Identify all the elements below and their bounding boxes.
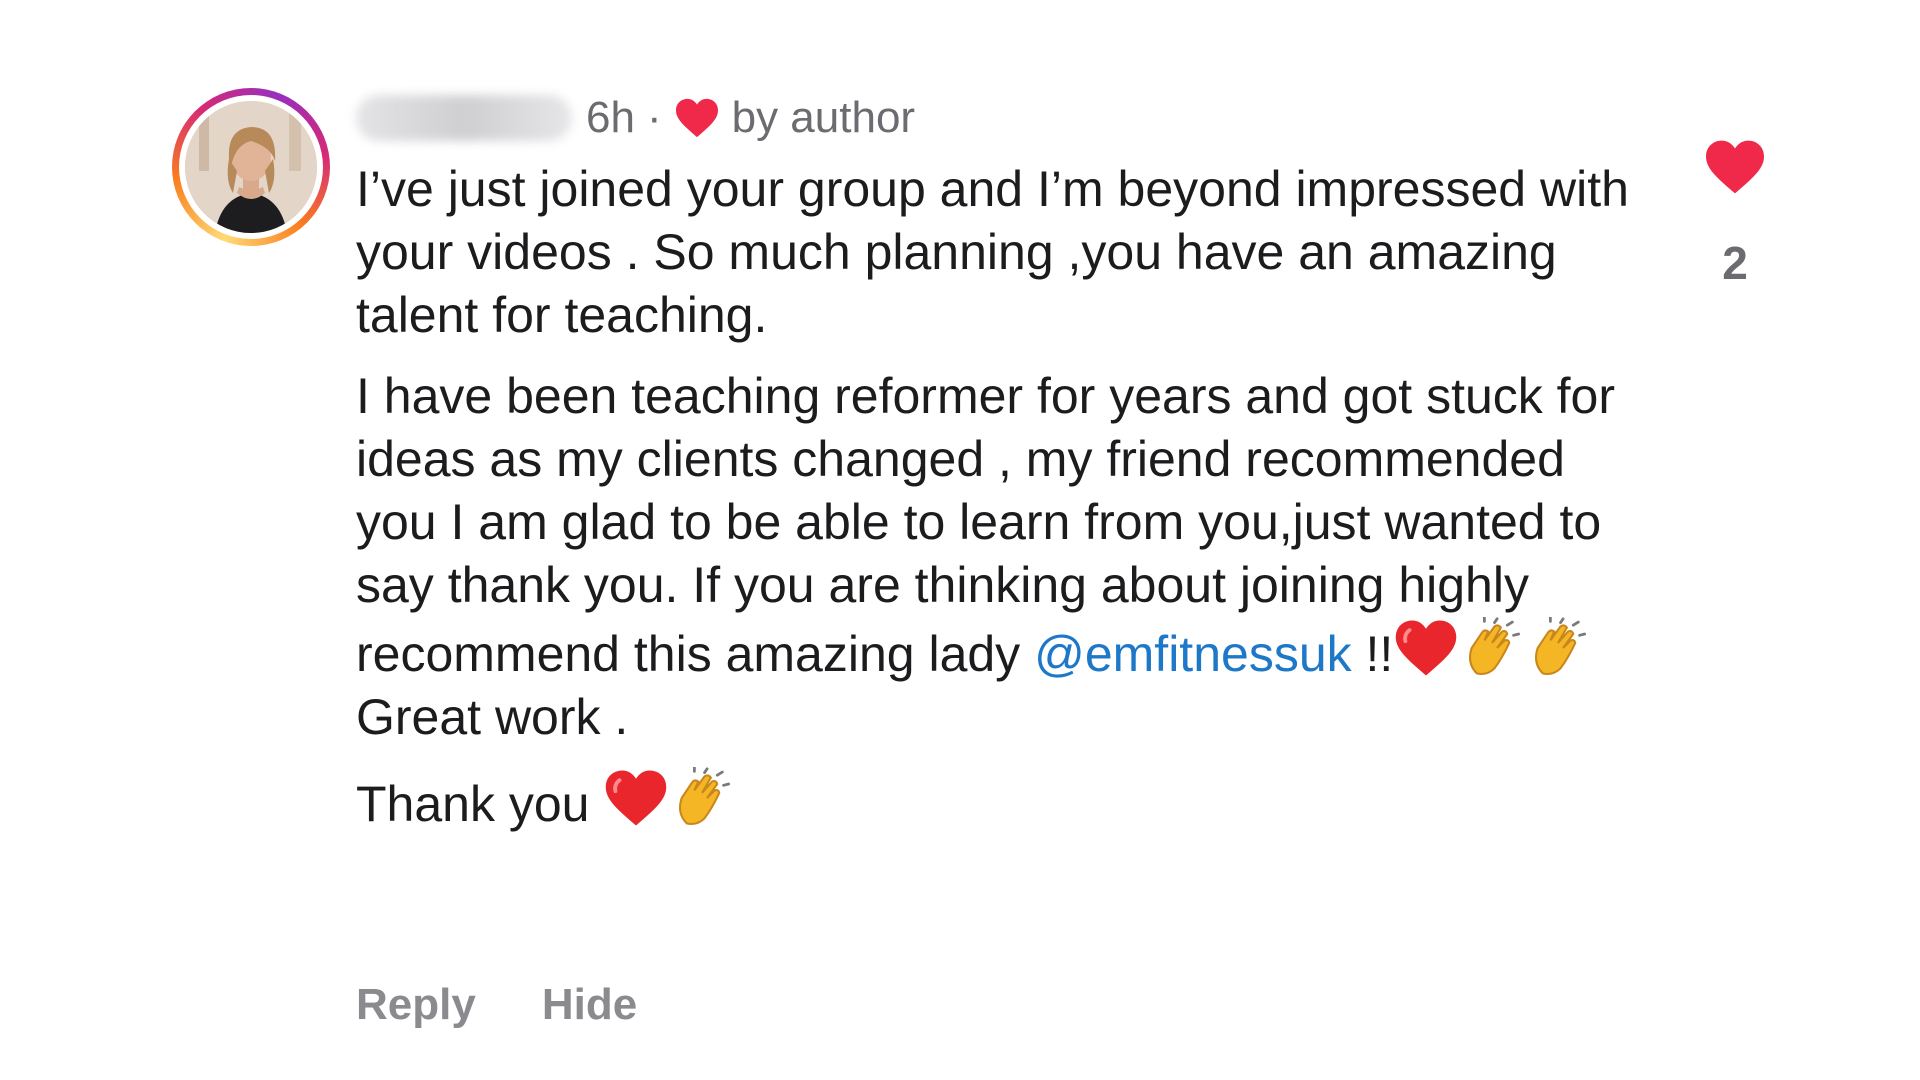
- clapping-hands-emoji: [1469, 617, 1521, 676]
- avatar-image: [185, 101, 317, 233]
- avatar-story-ring[interactable]: [172, 88, 330, 246]
- comment-body: I’ve just joined your group and I’m beyo…: [356, 158, 1656, 854]
- thank-you-text: Thank you: [356, 776, 590, 832]
- like-heart-icon[interactable]: [1703, 138, 1767, 196]
- heart-icon: [675, 98, 718, 138]
- meta-separator: ·: [646, 93, 662, 142]
- great-work-text: Great work .: [356, 689, 629, 745]
- exclamation-text: !!: [1351, 626, 1394, 682]
- avatar-ring-gap: [179, 95, 323, 239]
- clapping-hands-emoji: [1535, 617, 1587, 676]
- liked-by-author-label: by author: [731, 93, 916, 142]
- comment-time: 6h: [586, 93, 635, 142]
- hide-button[interactable]: Hide: [542, 980, 637, 1030]
- clapping-hands-emoji: [679, 767, 731, 826]
- avatar: [185, 101, 317, 233]
- red-heart-emoji: [606, 770, 667, 826]
- like-count[interactable]: 2: [1700, 236, 1770, 290]
- comment-paragraph-3: Thank you: [356, 767, 1656, 836]
- comment-meta: 6h · by author: [356, 90, 915, 146]
- red-heart-emoji: [1396, 620, 1457, 676]
- comment-paragraph-1: I’ve just joined your group and I’m beyo…: [356, 161, 1643, 343]
- blurred-username[interactable]: [356, 95, 572, 141]
- comment-item: 6h · by author I’ve just joined your gro…: [0, 0, 1920, 1080]
- reply-button[interactable]: Reply: [356, 980, 476, 1030]
- mention-link[interactable]: @emfitnessuk: [1034, 626, 1352, 682]
- like-column: 2: [1700, 138, 1770, 290]
- comment-paragraph-2: I have been teaching reformer for years …: [356, 365, 1656, 749]
- comment-actions: Reply Hide: [356, 980, 637, 1030]
